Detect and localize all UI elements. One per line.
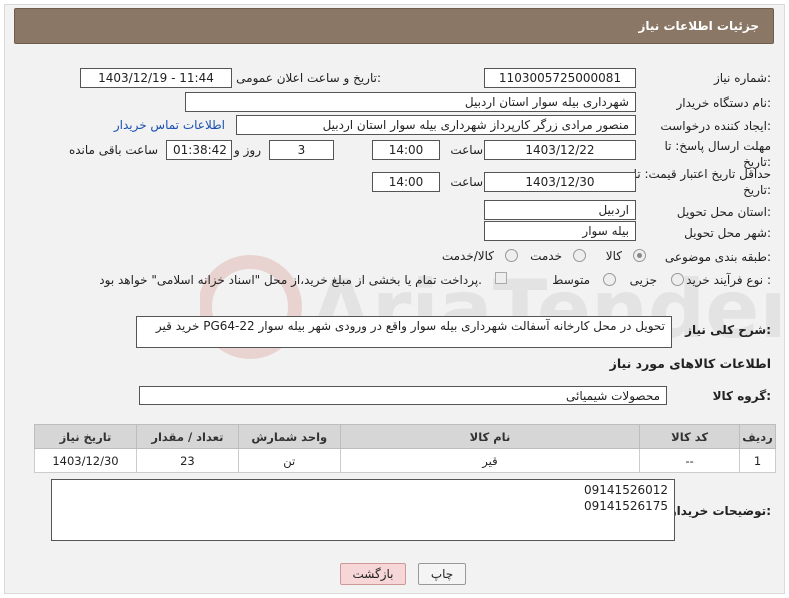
delivery-city-label: شهر محل تحویل: — [684, 226, 771, 240]
category-option-goods: کالا — [605, 249, 622, 263]
announce-datetime-field: 1403/12/19 - 11:44 — [80, 68, 232, 88]
col-unit: واحد شمارش — [237, 424, 341, 449]
purchase-radio-minor[interactable] — [671, 273, 684, 286]
cell-row: 1 — [739, 448, 776, 473]
category-radio-goods[interactable] — [633, 249, 646, 262]
delivery-province-field: اردبیل — [484, 200, 636, 220]
days-label: روز و — [234, 143, 261, 157]
table-row[interactable]: 1 -- قیر تن 23 1403/12/30 — [34, 448, 776, 473]
cell-name: قیر — [339, 448, 641, 473]
reply-time-label: ساعت — [450, 143, 483, 157]
category-option-goods-service: کالا/خدمت — [441, 249, 494, 263]
category-label: طبقه بندی موضوعی: — [664, 250, 771, 264]
need-number-label: شماره نیاز: — [713, 71, 771, 85]
goods-section-title: اطلاعات کالاهای مورد نیاز — [609, 356, 771, 371]
description-field: خرید قیر PG64-22 تحویل در محل کارخانه آس… — [136, 316, 672, 348]
purchase-type-label: نوع فرآیند خرید : — [686, 273, 771, 287]
price-validity-label-2: تاریخ: — [743, 183, 771, 197]
cell-date: 1403/12/30 — [34, 448, 137, 473]
purchase-option-medium: متوسط — [552, 273, 590, 287]
requester-label: ایجاد کننده درخواست: — [660, 119, 771, 133]
reply-deadline-date: 1403/12/22 — [484, 140, 636, 160]
goods-table: ردیف کد کالا نام کالا واحد شمارش تعداد /… — [34, 424, 776, 473]
col-date: تاریخ نیاز — [34, 424, 137, 449]
table-header-row: ردیف کد کالا نام کالا واحد شمارش تعداد /… — [34, 424, 776, 449]
goods-group-field: محصولات شیمیائی — [139, 386, 667, 405]
price-validity-label: حداقل تاریخ اعتبار قیمت: تا — [633, 167, 771, 181]
remaining-label: ساعت باقی مانده — [68, 143, 158, 157]
col-code: کد کالا — [639, 424, 741, 449]
back-button[interactable]: بازگشت — [340, 563, 406, 585]
buyer-note-line: 09141526012 — [584, 483, 668, 497]
price-validity-date: 1403/12/30 — [484, 172, 636, 192]
remaining-time: 01:38:42 — [166, 140, 232, 160]
buyer-notes-field: 09141526012 09141526175 — [51, 479, 675, 541]
col-qty: تعداد / مقدار — [135, 424, 239, 449]
price-validity-time: 14:00 — [372, 172, 440, 192]
category-radio-service[interactable] — [573, 249, 586, 262]
requester-field: منصور مرادی زرگر کارپرداز شهرداری بیله س… — [236, 115, 636, 135]
buyer-note-line: 09141526175 — [584, 499, 668, 513]
print-button[interactable]: چاپ — [418, 563, 466, 585]
purchase-option-minor: جزیی — [629, 273, 657, 287]
category-option-service: خدمت — [530, 249, 562, 263]
goods-group-label: گروه کالا: — [712, 389, 771, 403]
page-title: جزئیات اطلاعات نیاز — [638, 19, 759, 33]
purchase-radio-medium[interactable] — [603, 273, 616, 286]
cell-unit: تن — [237, 448, 341, 473]
remaining-days: 3 — [269, 140, 334, 160]
cell-code: -- — [639, 448, 741, 473]
description-label: شرح کلی نیاز: — [685, 323, 771, 337]
announce-datetime-label: تاریخ و ساعت اعلان عمومی: — [236, 71, 381, 85]
price-time-label: ساعت — [450, 175, 483, 189]
cell-qty: 23 — [135, 448, 239, 473]
category-radio-goods-service[interactable] — [505, 249, 518, 262]
reply-deadline-time: 14:00 — [372, 140, 440, 160]
buyer-org-label: نام دستگاه خریدار: — [676, 96, 772, 110]
delivery-city-field: بیله سوار — [484, 221, 636, 241]
buyer-notes-label: توضیحات خریدار: — [669, 504, 771, 518]
col-name: نام کالا — [339, 424, 641, 449]
title-bar: جزئیات اطلاعات نیاز — [14, 8, 774, 44]
delivery-province-label: استان محل تحویل: — [676, 205, 771, 219]
buyer-contact-link[interactable]: اطلاعات تماس خریدار — [114, 118, 225, 132]
col-row: ردیف — [739, 424, 776, 449]
treasury-checkbox[interactable] — [495, 272, 507, 284]
reply-deadline-label: مهلت ارسال پاسخ: تا — [664, 139, 771, 153]
treasury-note: پرداخت تمام یا بخشی از مبلغ خرید،از محل … — [99, 273, 482, 287]
buyer-org-field: شهرداری بیله سوار استان اردبیل — [185, 92, 636, 112]
need-number-field: 1103005725000081 — [484, 68, 636, 88]
